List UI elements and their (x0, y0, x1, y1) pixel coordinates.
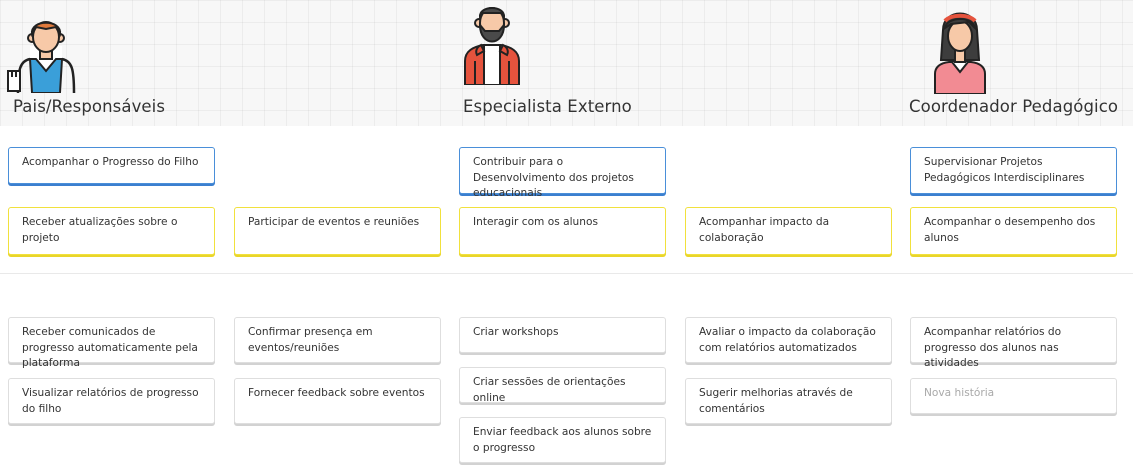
story-card[interactable]: Confirmar presença em eventos/reuniões (234, 317, 441, 363)
bearded-specialist-avatar-icon (464, 7, 520, 85)
story-card[interactable]: Avaliar o impacto da colaboração com rel… (685, 317, 892, 363)
activity-card[interactable]: Supervisionar Projetos Pedagógicos Inter… (910, 147, 1117, 194)
woman-coordinator-avatar-icon (934, 12, 986, 94)
step-card[interactable]: Receber atualizações sobre o projeto (8, 207, 215, 255)
step-card[interactable]: Participar de eventos e reuniões (234, 207, 441, 255)
story-card[interactable]: Enviar feedback aos alunos sobre o progr… (459, 417, 666, 463)
story-card[interactable]: Receber comunicados de progresso automat… (8, 317, 215, 369)
story-card[interactable]: Fornecer feedback sobre eventos (234, 378, 441, 424)
persona-name: Coordenador Pedagógico (909, 97, 1119, 116)
story-card[interactable]: Acompanhar relatórios do progresso dos a… (910, 317, 1117, 369)
step-card[interactable]: Interagir com os alunos (459, 207, 666, 255)
story-card[interactable]: Criar sessões de orientações online (459, 367, 666, 404)
release-divider (0, 273, 1133, 274)
story-card[interactable]: Sugerir melhorias através de comentários (685, 378, 892, 424)
step-card[interactable]: Acompanhar impacto da colaboração (685, 207, 892, 255)
parent-avatar-icon (7, 21, 76, 93)
story-card[interactable]: Criar workshops (459, 317, 666, 353)
step-card[interactable]: Acompanhar o desempenho dos alunos (910, 207, 1117, 255)
new-story-placeholder[interactable]: Nova história (910, 378, 1117, 414)
persona-name: Pais/Responsáveis (13, 97, 166, 116)
story-card[interactable]: Visualizar relatórios de progresso do fi… (8, 378, 215, 424)
activity-card[interactable]: Contribuir para o Desenvolvimento dos pr… (459, 147, 666, 199)
activity-card[interactable]: Acompanhar o Progresso do Filho (8, 147, 215, 184)
persona-name: Especialista Externo (463, 97, 632, 116)
